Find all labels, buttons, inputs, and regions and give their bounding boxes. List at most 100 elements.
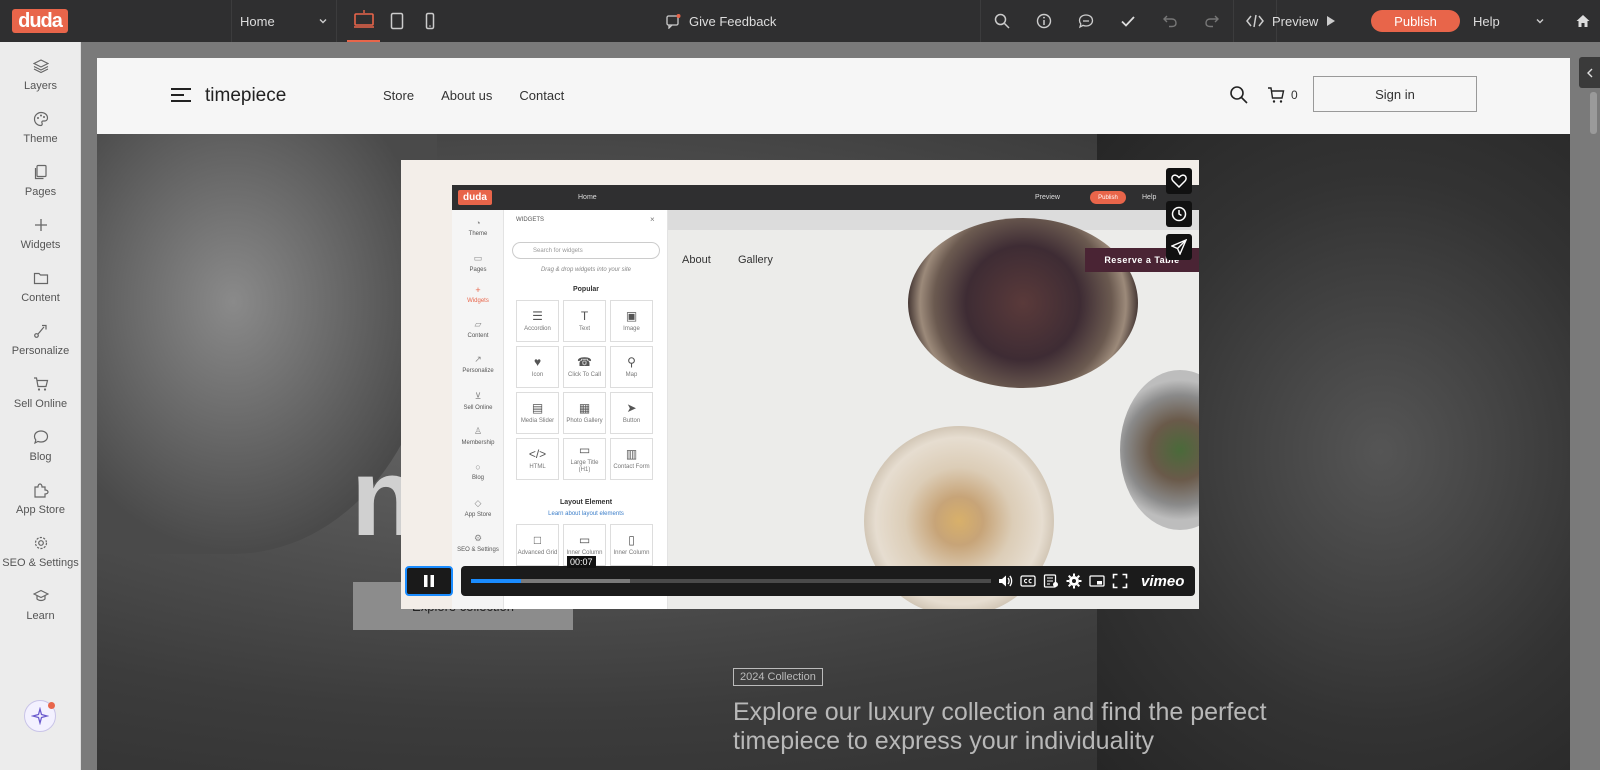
video-sidebar-item: ◇ App Store xyxy=(452,498,504,518)
comments-button[interactable] xyxy=(1065,0,1107,42)
transcript-icon[interactable] xyxy=(1043,573,1059,589)
share-video-button[interactable] xyxy=(1166,234,1192,260)
cart-count: 0 xyxy=(1291,88,1298,102)
send-icon xyxy=(1171,239,1187,255)
captions-icon[interactable] xyxy=(1020,573,1036,589)
fullscreen-icon[interactable] xyxy=(1112,573,1128,589)
sidebar-item-blog[interactable]: Blog xyxy=(0,421,81,471)
mobile-icon xyxy=(425,12,434,30)
pause-button[interactable] xyxy=(405,566,453,596)
palette-icon: ◔ xyxy=(475,218,481,228)
mobile-view-button[interactable] xyxy=(413,0,446,42)
vimeo-logo[interactable]: vimeo xyxy=(1141,573,1184,590)
video-sidebar-item: ▱ Content xyxy=(452,319,504,339)
palette-icon xyxy=(33,111,48,127)
plus-icon: + xyxy=(475,285,481,295)
page-select-label: Home xyxy=(240,13,275,29)
nav-item-store[interactable]: Store xyxy=(383,88,414,103)
collection-badge: 2024 Collection xyxy=(733,668,823,686)
sign-in-button[interactable]: Sign in xyxy=(1313,76,1477,112)
form-icon: ▥ xyxy=(625,446,638,461)
video-widget-tile: ▦ Photo Gallery xyxy=(563,392,606,434)
nav-item-about[interactable]: About us xyxy=(441,88,492,103)
sidebar-item-seo-settings[interactable]: SEO & Settings xyxy=(0,527,81,577)
heart-icon: ♥ xyxy=(533,354,542,369)
video-popular-heading: Popular xyxy=(572,286,600,293)
video-control-bar: 00:07 vimeo xyxy=(461,556,1195,596)
video-duda-logo: duda xyxy=(458,190,492,205)
cart-icon xyxy=(33,377,48,391)
sidebar-item-label: Widgets xyxy=(20,239,61,251)
checklist-button[interactable] xyxy=(1107,0,1149,42)
picture-in-picture-icon[interactable] xyxy=(1089,573,1105,589)
nav-item-contact[interactable]: Contact xyxy=(519,88,564,103)
chevron-down-icon xyxy=(319,19,327,24)
comment-icon xyxy=(1078,14,1094,29)
clock-icon xyxy=(1171,206,1187,222)
video-widget-tile: ☎ Click To Call xyxy=(563,346,606,388)
food-plate-image xyxy=(1120,370,1199,530)
sidebar-item-label: Learn xyxy=(26,610,55,622)
code-icon: </> xyxy=(528,446,547,461)
desktop-view-button[interactable] xyxy=(347,0,380,42)
search-icon[interactable] xyxy=(1229,85,1249,105)
watch-later-button[interactable] xyxy=(1166,201,1192,227)
sidebar-item-personalize[interactable]: Personalize xyxy=(0,315,81,365)
tablet-view-button[interactable] xyxy=(380,0,413,42)
dashboard-home-button[interactable] xyxy=(1565,0,1600,42)
desktop-icon xyxy=(353,10,374,28)
redo-button[interactable] xyxy=(1191,0,1233,42)
sidebar-item-sell-online[interactable]: Sell Online xyxy=(0,368,81,418)
publish-button[interactable]: Publish xyxy=(1371,10,1460,32)
chevron-left-icon xyxy=(1586,68,1592,77)
sidebar-item-pages[interactable]: Pages xyxy=(0,156,81,206)
menu-icon[interactable] xyxy=(169,86,193,104)
phone-icon: ☎ xyxy=(577,354,592,369)
sidebar-item-theme[interactable]: Theme xyxy=(0,103,81,153)
cursor-icon: ➤ xyxy=(626,400,637,415)
video-widget-tile: ▯ Inner Column xyxy=(610,524,653,566)
page-select[interactable]: Home xyxy=(231,0,337,42)
tablet-icon xyxy=(390,12,403,30)
feedback-icon xyxy=(666,14,681,29)
sidebar-item-widgets[interactable]: Widgets xyxy=(0,209,81,259)
sidebar-item-layers[interactable]: Layers xyxy=(0,50,81,100)
sidebar-item-learn[interactable]: Learn xyxy=(0,580,81,630)
sidebar-item-app-store[interactable]: App Store xyxy=(0,474,81,524)
video-editor-topbar: duda Home Preview Publish Help xyxy=(452,185,1199,210)
hero-tagline: Explore our luxury collection and find t… xyxy=(733,698,1267,755)
help-menu[interactable]: Help xyxy=(1473,0,1553,42)
video-layout-heading: Layout Element xyxy=(559,499,613,506)
site-logo-text[interactable]: timepiece xyxy=(205,85,286,107)
sidebar-item-label: Pages xyxy=(24,186,57,198)
canvas-scrollbar[interactable] xyxy=(1590,92,1597,134)
progress-track[interactable] xyxy=(471,579,991,583)
like-video-button[interactable] xyxy=(1166,168,1192,194)
video-player[interactable]: duda Home Preview Publish Help ◔ Theme ▭ P… xyxy=(401,160,1199,609)
cart-button[interactable]: 0 xyxy=(1267,86,1298,104)
collapse-panel-button[interactable] xyxy=(1579,57,1600,88)
undo-button[interactable] xyxy=(1149,0,1191,42)
video-preview-label: Preview xyxy=(1035,194,1060,201)
sidebar-item-label: Sell Online xyxy=(13,398,68,410)
search-button[interactable] xyxy=(981,0,1023,42)
preview-button[interactable]: Preview xyxy=(1272,0,1336,42)
video-panel-title: WIDGETS xyxy=(516,217,544,223)
duda-logo[interactable]: duda xyxy=(12,9,68,33)
give-feedback-button[interactable]: Give Feedback xyxy=(665,0,776,42)
cart-icon: ⊻ xyxy=(474,391,482,401)
developer-mode-button[interactable] xyxy=(1234,0,1276,42)
sidebar-item-label: Layers xyxy=(23,80,58,92)
volume-icon[interactable] xyxy=(997,573,1013,589)
gear-icon xyxy=(34,536,47,550)
home-icon xyxy=(1576,15,1589,27)
video-widget-tile: □ Advanced Grid xyxy=(516,524,559,566)
sidebar-item-content[interactable]: Content xyxy=(0,262,81,312)
video-widget-tile: ⚲ Map xyxy=(610,346,653,388)
video-widget-search: Search for widgets xyxy=(512,242,660,259)
info-button[interactable] xyxy=(1023,0,1065,42)
video-widget-tile: ➤ Button xyxy=(610,392,653,434)
video-sidebar-item: ◔ Theme xyxy=(452,218,504,237)
settings-icon[interactable] xyxy=(1066,573,1082,589)
sidebar-item-label: Personalize xyxy=(11,345,70,357)
